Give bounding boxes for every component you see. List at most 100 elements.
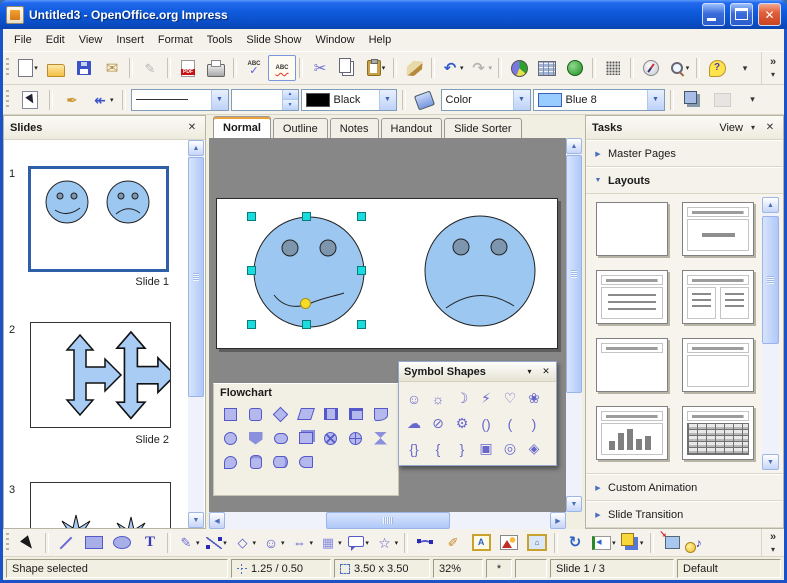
scroll-left-icon[interactable] <box>209 512 225 529</box>
chart-button[interactable] <box>505 55 533 81</box>
slide-page[interactable] <box>216 198 558 349</box>
close-icon[interactable] <box>185 121 199 135</box>
curve-button[interactable]: ✎ <box>174 531 203 555</box>
close-button[interactable] <box>758 3 781 26</box>
scrollbar-thumb[interactable] <box>762 216 779 344</box>
callouts-button[interactable] <box>345 531 373 555</box>
toolbar-overflow-button[interactable] <box>770 56 776 68</box>
right-bracket-icon[interactable]: ) <box>522 411 546 436</box>
open-button[interactable] <box>42 55 70 81</box>
animation-button[interactable]: ♪ <box>685 531 713 555</box>
dropdown-arrow-icon[interactable] <box>747 123 759 132</box>
titlebar[interactable]: Untitled3 - OpenOffice.org Impress <box>0 0 787 29</box>
toolbar-options-button[interactable]: ▾ <box>731 55 759 81</box>
scroll-down-icon[interactable] <box>762 454 779 470</box>
layout-title-content[interactable] <box>596 270 668 324</box>
toolbar-options-chevron[interactable] <box>771 543 775 555</box>
selection-handle[interactable] <box>302 320 311 329</box>
layouts-scrollbar[interactable] <box>762 197 779 470</box>
flowchart-predefined-process-icon[interactable] <box>318 402 343 426</box>
slides-scrollbar[interactable] <box>188 140 204 528</box>
line-properties-button[interactable] <box>58 87 86 113</box>
section-custom-animation[interactable]: Custom Animation <box>586 474 783 501</box>
octagon-bevel-icon[interactable]: ◎ <box>498 436 522 461</box>
selection-handle[interactable] <box>302 212 311 221</box>
left-brace-icon[interactable]: { <box>426 436 450 461</box>
hyperlink-button[interactable] <box>561 55 589 81</box>
ellipse-button[interactable] <box>108 531 136 555</box>
edit-file-button[interactable]: ✎ <box>136 55 164 81</box>
toolbar-grip[interactable] <box>5 58 10 78</box>
selection-handle[interactable] <box>357 320 366 329</box>
menu-item[interactable]: View <box>72 31 110 49</box>
right-brace-icon[interactable]: } <box>450 436 474 461</box>
scrollbar-thumb[interactable] <box>566 155 582 393</box>
sun-icon[interactable]: ☼ <box>426 386 450 411</box>
block-arrows-button[interactable]: ⇔ <box>288 531 317 555</box>
redo-button[interactable]: ↷ <box>467 55 496 81</box>
select-button[interactable] <box>14 531 42 555</box>
selection-handle[interactable] <box>247 320 256 329</box>
section-master-pages[interactable]: Master Pages <box>586 140 783 167</box>
heart-icon[interactable]: ♡ <box>498 386 522 411</box>
flowchart-data-icon[interactable] <box>293 402 318 426</box>
combo-arrow-icon[interactable] <box>647 90 664 110</box>
from-file-button[interactable] <box>523 531 551 555</box>
layout-title-only[interactable] <box>596 338 668 392</box>
canvas-horizontal-scrollbar[interactable] <box>209 512 566 529</box>
fontwork-button[interactable]: A <box>467 531 495 555</box>
section-layouts[interactable]: Layouts <box>586 167 783 194</box>
layout-title-table[interactable] <box>682 406 754 460</box>
menu-item[interactable]: Tools <box>200 31 240 49</box>
glue-points-button[interactable]: ✐ <box>439 531 467 555</box>
alignment-button[interactable] <box>589 531 619 555</box>
menu-item[interactable]: Insert <box>109 31 151 49</box>
menu-item[interactable]: Help <box>362 31 399 49</box>
symbol-shapes-titlebar[interactable]: Symbol Shapes <box>399 362 556 382</box>
tab-slide-sorter[interactable]: Slide Sorter <box>444 118 521 138</box>
square-bevel-icon[interactable]: ▣ <box>474 436 498 461</box>
scroll-up-icon[interactable] <box>762 197 779 213</box>
flowchart-off-page-connector-icon[interactable] <box>243 426 268 450</box>
scroll-up-icon[interactable] <box>188 140 204 156</box>
slide-thumbnail-3[interactable] <box>30 482 171 528</box>
maximize-button[interactable] <box>730 3 753 26</box>
selection-handle[interactable] <box>357 212 366 221</box>
layout-title-two-content[interactable] <box>682 270 754 324</box>
crop-picture-button[interactable] <box>709 87 737 113</box>
stars-button[interactable]: ☆ <box>373 531 402 555</box>
flower-icon[interactable]: ❀ <box>522 386 546 411</box>
print-button[interactable] <box>202 55 230 81</box>
line-width-input[interactable] <box>231 89 299 111</box>
format-paintbrush-button[interactable] <box>400 55 428 81</box>
view-menu-button[interactable]: View <box>719 122 743 134</box>
basic-shapes-button[interactable]: ◇ <box>231 531 260 555</box>
lightning-icon[interactable]: ⚡ <box>474 386 498 411</box>
flowchart-sequential-access-icon[interactable] <box>218 450 243 474</box>
text-button[interactable]: T <box>136 531 164 555</box>
scroll-up-icon[interactable] <box>566 138 582 154</box>
selection-handle[interactable] <box>357 266 366 275</box>
puzzle-icon[interactable]: ⚙ <box>450 411 474 436</box>
flowchart-direct-access-storage-icon[interactable] <box>268 450 293 474</box>
combo-arrow-icon[interactable] <box>513 90 530 110</box>
slide-canvas[interactable]: Flowchart <box>209 138 566 512</box>
help-button[interactable]: ? <box>703 55 731 81</box>
line-button[interactable] <box>52 531 80 555</box>
slide-thumbnail-1[interactable] <box>28 166 169 272</box>
line-color-select[interactable]: Black <box>301 89 397 111</box>
export-pdf-button[interactable] <box>174 55 202 81</box>
moon-icon[interactable]: ☽ <box>450 386 474 411</box>
area-button[interactable] <box>411 87 439 113</box>
rotate-button[interactable]: ↻ <box>561 531 589 555</box>
area-color-select[interactable]: Blue 8 <box>533 89 665 111</box>
flowchart-or-icon[interactable] <box>318 426 343 450</box>
symbol-shapes-button[interactable]: ☺ <box>259 531 288 555</box>
tab-outline[interactable]: Outline <box>273 118 328 138</box>
layout-blank[interactable] <box>596 202 668 256</box>
shadow-button[interactable] <box>679 87 707 113</box>
layout-title-chart[interactable] <box>596 406 668 460</box>
menu-item[interactable]: Edit <box>39 31 72 49</box>
flowchart-summing-junction-icon[interactable] <box>343 426 368 450</box>
toolbar-grip[interactable] <box>5 533 10 553</box>
